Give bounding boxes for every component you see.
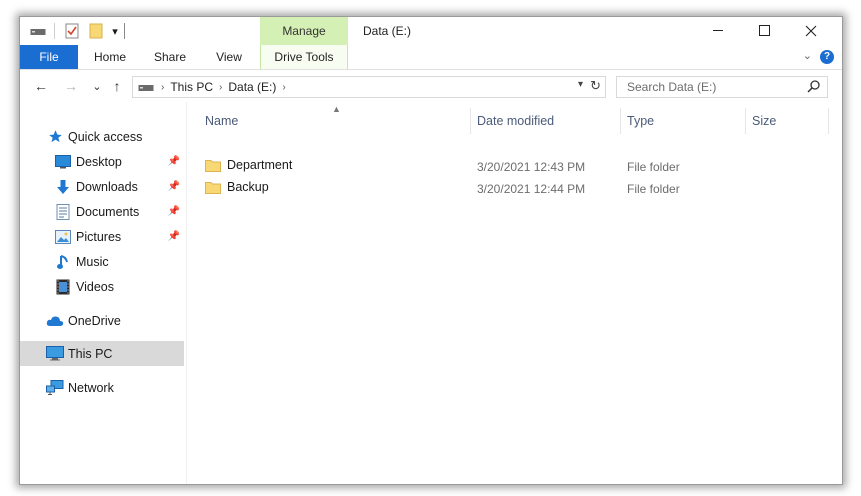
column-header-size[interactable]: Size xyxy=(752,102,776,134)
recent-locations-chevron-icon[interactable]: ⌄ xyxy=(88,76,106,96)
column-header-type[interactable]: Type xyxy=(627,102,654,134)
desktop-icon xyxy=(54,153,72,171)
breadcrumb-separator: › xyxy=(282,81,286,93)
file-name: Department xyxy=(227,158,293,172)
sidebar-item-label: Network xyxy=(68,380,114,395)
folder-icon xyxy=(205,159,221,172)
sidebar-item-desktop[interactable]: Desktop 📌 xyxy=(20,149,184,174)
address-dropdown-chevron-icon[interactable]: ▾ xyxy=(578,79,583,90)
column-divider[interactable] xyxy=(470,108,471,134)
maximize-button[interactable] xyxy=(742,17,788,45)
table-row[interactable]: Department 3/20/2021 12:43 PM File folde… xyxy=(187,155,842,177)
sidebar-item-network[interactable]: Network xyxy=(20,375,184,400)
sidebar-item-label: Downloads xyxy=(76,179,138,194)
videos-icon xyxy=(54,278,72,296)
sidebar-item-label: Music xyxy=(76,254,109,269)
file-name: Backup xyxy=(227,180,269,194)
drive-icon xyxy=(138,82,154,92)
back-button[interactable]: ← xyxy=(32,76,50,96)
search-input[interactable] xyxy=(625,79,809,95)
navigation-pane: Quick access Desktop 📌 Downloads 📌 Docum… xyxy=(20,102,187,484)
pin-icon[interactable]: 📌 xyxy=(168,231,180,242)
pin-icon[interactable]: 📌 xyxy=(168,181,180,192)
sidebar-item-this-pc[interactable]: This PC xyxy=(20,341,184,366)
column-divider[interactable] xyxy=(620,108,621,134)
breadcrumb-separator: › xyxy=(161,81,165,93)
table-row[interactable]: Backup 3/20/2021 12:44 PM File folder xyxy=(187,177,842,199)
help-icon[interactable]: ? xyxy=(820,50,834,64)
sidebar-item-label: OneDrive xyxy=(68,313,121,328)
sort-ascending-icon: ▲ xyxy=(332,104,341,114)
column-divider[interactable] xyxy=(745,108,746,134)
search-icon[interactable] xyxy=(807,79,821,96)
tab-file[interactable]: File xyxy=(20,45,78,69)
date-modified: 3/20/2021 12:44 PM xyxy=(477,182,586,196)
properties-check-icon[interactable] xyxy=(62,17,82,45)
sidebar-item-label: Quick access xyxy=(68,129,143,144)
documents-icon xyxy=(54,203,72,221)
music-icon xyxy=(54,253,72,271)
up-button[interactable]: ↑ xyxy=(108,76,126,96)
column-header-date-modified[interactable]: Date modified xyxy=(477,102,554,134)
pictures-icon xyxy=(54,228,72,246)
breadcrumb-separator: › xyxy=(219,81,223,93)
sidebar-item-videos[interactable]: Videos xyxy=(20,274,184,299)
collapse-ribbon-chevron-icon[interactable]: ⌄ xyxy=(803,49,812,62)
tab-drive-tools[interactable]: Drive Tools xyxy=(260,45,348,69)
sidebar-item-label: Documents xyxy=(76,204,140,219)
refresh-icon[interactable]: ↻ xyxy=(590,78,601,94)
forward-button[interactable]: → xyxy=(62,76,80,96)
star-icon xyxy=(46,128,64,146)
file-explorer-window: ▾ Manage Data (E:) File Home Share View … xyxy=(19,16,843,485)
tab-view[interactable]: View xyxy=(206,45,252,69)
sidebar-item-documents[interactable]: Documents 📌 xyxy=(20,199,184,224)
file-type: File folder xyxy=(627,182,680,196)
pin-icon[interactable]: 📌 xyxy=(168,156,180,167)
window-title: Data (E:) xyxy=(363,24,412,38)
column-divider[interactable] xyxy=(828,108,829,134)
sidebar-item-pictures[interactable]: Pictures 📌 xyxy=(20,224,184,249)
sidebar-item-label: Videos xyxy=(76,279,114,294)
pin-icon[interactable]: 📌 xyxy=(168,206,180,217)
address-bar[interactable]: › This PC › Data (E:) › ▾ ↻ xyxy=(132,76,606,98)
sidebar-item-label: Pictures xyxy=(76,229,122,244)
sidebar-item-label: This PC xyxy=(68,346,113,361)
title-bar: ▾ Manage Data (E:) xyxy=(20,17,842,45)
sidebar-item-music[interactable]: Music xyxy=(20,249,184,274)
new-folder-icon[interactable] xyxy=(86,17,106,45)
manage-context-tab[interactable]: Manage xyxy=(260,17,348,45)
folder-icon xyxy=(205,181,221,194)
file-type: File folder xyxy=(627,160,680,174)
network-icon xyxy=(46,379,64,397)
customize-toolbar-chevron-icon[interactable]: ▾ xyxy=(108,17,122,45)
search-box[interactable] xyxy=(616,76,828,98)
minimize-button[interactable] xyxy=(696,17,742,45)
computer-icon xyxy=(46,345,64,363)
sidebar-item-onedrive[interactable]: OneDrive xyxy=(20,308,184,333)
download-icon xyxy=(54,178,72,196)
cloud-icon xyxy=(46,312,64,330)
column-header-name[interactable]: Name xyxy=(205,102,238,134)
sidebar-item-label: Desktop xyxy=(76,154,122,169)
tab-home[interactable]: Home xyxy=(86,45,134,69)
date-modified: 3/20/2021 12:43 PM xyxy=(477,160,586,174)
ribbon-tabs: File Home Share View Drive Tools ⌄ ? xyxy=(20,45,842,70)
breadcrumb-this-pc[interactable]: This PC xyxy=(167,80,216,94)
file-list-view: ▲ Name Date modified Type Size Departmen… xyxy=(187,102,842,484)
sidebar-item-quick-access[interactable]: Quick access xyxy=(20,124,184,149)
drive-properties-icon[interactable] xyxy=(28,17,48,45)
sidebar-item-downloads[interactable]: Downloads 📌 xyxy=(20,174,184,199)
navigation-bar: ← → ⌄ ↑ › This PC › Data (E:) › ▾ ↻ xyxy=(20,70,842,102)
close-button[interactable] xyxy=(788,17,834,45)
breadcrumb-data-e[interactable]: Data (E:) xyxy=(225,80,279,94)
tab-share[interactable]: Share xyxy=(148,45,192,69)
